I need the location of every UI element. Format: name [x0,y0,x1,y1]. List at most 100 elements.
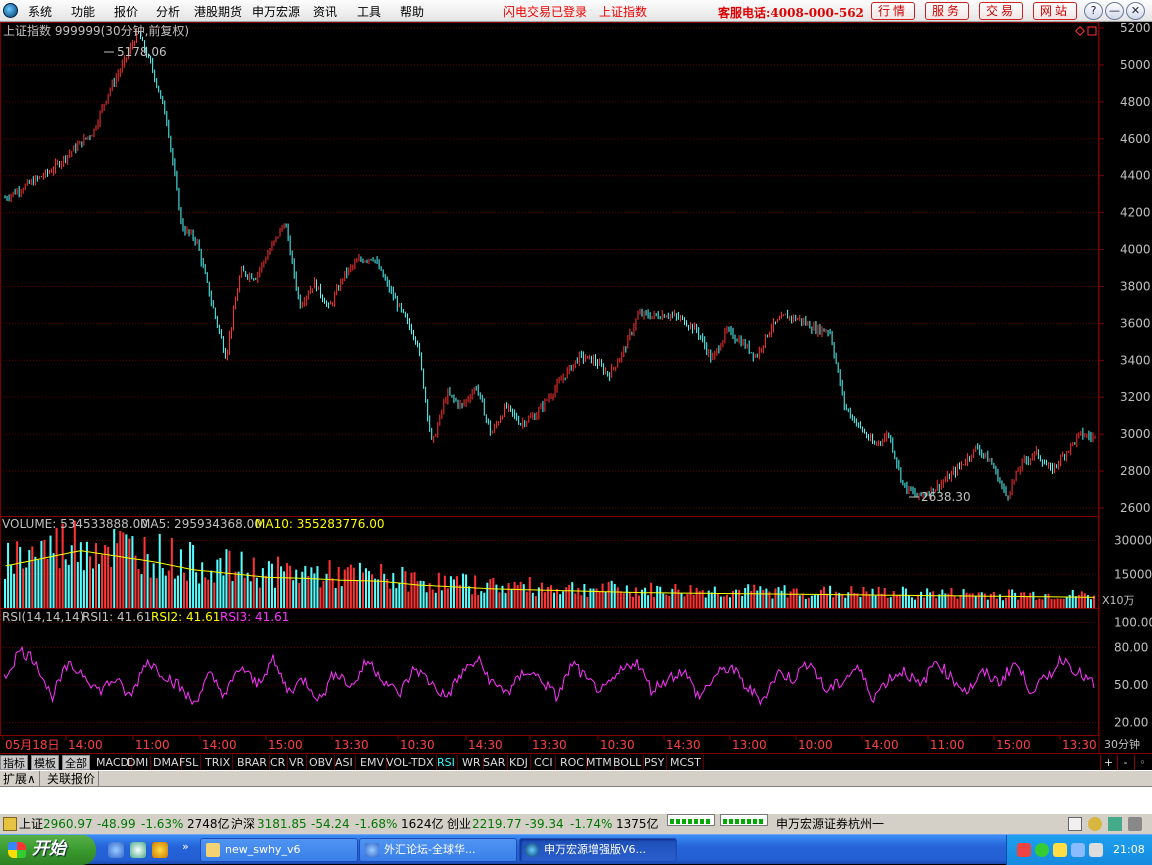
x-tick-label: 10:30 [400,738,435,752]
network-icon[interactable] [1108,817,1122,831]
tab-wr[interactable]: WR [460,755,484,770]
volume-bar [1011,589,1014,608]
tab-roc[interactable]: ROC [558,755,587,770]
chart-area[interactable]: 5200 5000 4800 4600 4400 4200 4000 3800 3600 3400… [0,22,1152,753]
volume-bar [653,596,656,608]
tab-vol-tdx[interactable]: VOL-TDX [384,755,437,770]
volume-bar [689,585,692,608]
volume-bar [977,592,980,608]
volume-bar [492,577,495,608]
menu-analysis[interactable]: 分析 [156,3,180,20]
volume-bar [295,569,298,608]
menu-help[interactable]: 帮助 [400,3,424,20]
expand-tab[interactable]: 扩展∧ [0,771,40,787]
tray-volume-icon[interactable] [1089,843,1103,857]
volume-bar [886,597,889,608]
tab-psy[interactable]: PSY [642,755,668,770]
volume-bar [110,566,113,608]
tab-obv[interactable]: OBV [307,755,336,770]
menu-hk-futures[interactable]: 港股期货 [194,3,242,20]
volume-bar [819,589,822,608]
cy-index-amount: 1375亿 [616,817,659,831]
zoom-in-button[interactable]: + [1100,755,1116,770]
settings-icon[interactable] [1128,817,1142,831]
menu-news[interactable]: 资讯 [313,3,337,20]
tab-asi[interactable]: ASI [333,755,356,770]
menu-system[interactable]: 系统 [28,3,52,20]
taskbar-window-trading-app[interactable]: 申万宏源增强版V6... [519,838,677,862]
volume-bar [195,572,198,608]
rsi1-label: RSI1: 41.61 [82,610,151,624]
tray-play-icon[interactable] [1035,843,1049,857]
volume-bar [550,585,553,608]
period-label[interactable]: 30分钟 [1104,737,1140,751]
browser-icon[interactable] [130,842,146,858]
tab-kdj[interactable]: KDJ [507,755,531,770]
menu-shenwan[interactable]: 申万宏源 [252,3,300,20]
lock-icon[interactable] [3,817,17,831]
tab-brar[interactable]: BRAR [235,755,270,770]
volume-bar [204,577,207,608]
menu-quote[interactable]: 报价 [114,3,138,20]
rsi-tick-label: 100.00 [1114,616,1152,630]
tab-fsl[interactable]: FSL [177,755,202,770]
trade-button[interactable]: 交易 [979,2,1023,20]
volume-bar [543,592,546,608]
volume-bar [76,562,79,608]
taskbar-window-folder[interactable]: new_swhy_v6 [200,838,358,862]
volume-bar [553,592,556,608]
tab-trix[interactable]: TRIX [203,755,234,770]
volume-bar [637,595,640,608]
tab-all[interactable]: 全部 [62,755,90,770]
volume-bar [695,587,698,608]
service-button[interactable]: 服务 [925,2,969,20]
taskbar-window-forum[interactable]: 外汇论坛-全球华... [359,838,517,862]
volume-bar [383,573,386,608]
close-icon[interactable]: ✕ [1126,2,1145,20]
related-quotes-tab[interactable]: 关联报价 [44,771,100,787]
volume-bar [395,588,398,608]
tab-boll[interactable]: BOLL [611,755,645,770]
help-icon[interactable]: ? [1084,2,1103,20]
tab-dmi[interactable]: DMI [125,755,152,770]
volume-bar [437,572,440,608]
tab-sar[interactable]: SAR [481,755,509,770]
more-button[interactable]: ◦ [1134,755,1150,770]
tab-vr[interactable]: VR [287,755,308,770]
market-breadth-bars-2 [720,814,768,826]
window-icon[interactable] [1068,817,1082,831]
menu-tools[interactable]: 工具 [357,3,381,20]
volume-bar [719,596,722,608]
minimize-icon[interactable]: — [1105,2,1124,20]
volume-bar [273,587,276,608]
tray-app-icon[interactable] [1017,843,1031,857]
volume-bar [28,550,31,608]
hs-index-percent: -1.68% [355,817,398,831]
sh-index-amount: 2748亿 [187,817,230,831]
tab-rsi[interactable]: RSI [435,755,458,770]
volume-bar [616,587,619,608]
tab-cr[interactable]: CR [268,755,289,770]
speaker-icon[interactable] [1088,817,1102,831]
tab-template[interactable]: 模板 [31,755,59,770]
volume-bar [231,581,234,608]
quotes-button[interactable]: 行情 [871,2,915,20]
menu-function[interactable]: 功能 [71,3,95,20]
volume-bar [213,582,216,608]
cy-index-change: -39.34 [525,817,564,831]
volume-bar [941,589,944,608]
tab-emv[interactable]: EMV [358,755,387,770]
zoom-out-button[interactable]: - [1117,755,1133,770]
start-button[interactable]: 开始 [0,835,96,865]
tab-mcst[interactable]: MCST [668,755,704,770]
ie-icon[interactable] [108,842,124,858]
tab-cci[interactable]: CCI [532,755,556,770]
tab-indicator[interactable]: 指标 [0,755,28,770]
quicklaunch-more-icon[interactable]: » [182,840,189,853]
media-icon[interactable] [152,842,168,858]
website-button[interactable]: 网站 [1033,2,1077,20]
app-logo-icon[interactable] [3,3,18,18]
tray-shield-icon[interactable] [1053,843,1067,857]
tray-network-icon[interactable] [1071,843,1085,857]
volume-bar [465,574,468,608]
